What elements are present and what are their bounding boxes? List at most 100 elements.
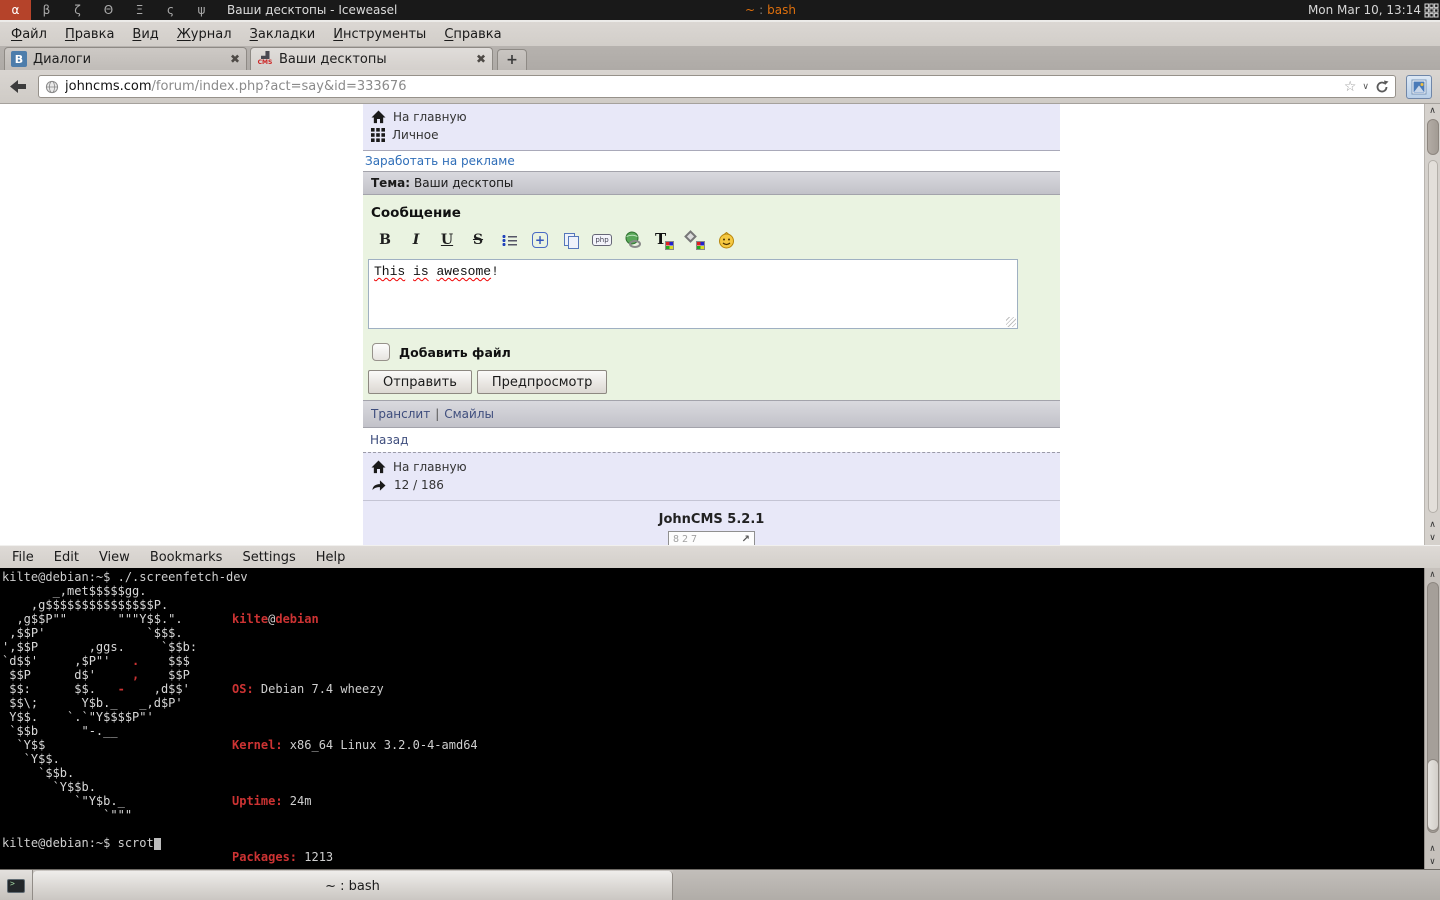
- new-tab-button[interactable]: +: [497, 49, 527, 70]
- browser-menu-item[interactable]: Журнал: [168, 25, 241, 44]
- info-line: OS: Debian 7.4 wheezy: [232, 682, 572, 696]
- workspace-tag[interactable]: ψ: [186, 0, 217, 20]
- workspace-tag[interactable]: β: [31, 0, 62, 20]
- reload-icon[interactable]: [1375, 80, 1389, 94]
- konsole-menu-item[interactable]: Settings: [232, 549, 305, 566]
- earn-on-ads-link[interactable]: Заработать на рекламе: [365, 154, 515, 168]
- scroll-bottom-arrows[interactable]: ∧∨: [1425, 843, 1440, 869]
- info-label: OS:: [232, 682, 254, 696]
- browser-scrollbar-trough[interactable]: [1428, 160, 1438, 513]
- home-link-label: На главную: [393, 110, 467, 124]
- taskbar-entry-bash[interactable]: ~ : bash: [745, 0, 796, 20]
- info-value: x86_64 Linux 3.2.0-4-amd64: [283, 738, 478, 752]
- workspace-tag[interactable]: ς: [155, 0, 186, 20]
- picture-icon: [1411, 79, 1427, 95]
- url-bar[interactable]: johncms.com/forum/index.php?act=say&id=3…: [38, 75, 1396, 98]
- php-glyph: php: [592, 234, 611, 246]
- tab-label: Ваши десктопы: [279, 52, 470, 67]
- underline-icon[interactable]: U: [437, 230, 457, 250]
- browser-menu-item[interactable]: Справка: [435, 25, 510, 44]
- workspace-tag[interactable]: Θ: [93, 0, 124, 20]
- smiles-link[interactable]: Смайлы: [444, 407, 494, 421]
- plus-glyph: +: [532, 232, 548, 248]
- konsole-menu-item[interactable]: Edit: [44, 549, 89, 566]
- bold-icon[interactable]: B: [375, 230, 395, 250]
- browser-menu-item[interactable]: Файл: [2, 25, 56, 44]
- tab-dialogs[interactable]: В Диалоги ✖: [4, 47, 247, 70]
- konsole-new-tab-button[interactable]: [0, 870, 33, 900]
- info-value: 1213: [297, 850, 333, 864]
- info-value: 24m: [283, 794, 312, 808]
- konsole-menu-item[interactable]: Help: [306, 549, 356, 566]
- quote-icon[interactable]: [561, 230, 581, 250]
- links-separator: |: [435, 407, 439, 421]
- visit-counter-badge[interactable]: 827 ↗: [668, 531, 755, 545]
- layout-grid-icon[interactable]: [1424, 3, 1439, 18]
- info-label: Uptime:: [232, 794, 283, 808]
- konsole-menu-item[interactable]: View: [89, 549, 140, 566]
- browser-menu-item[interactable]: Закладки: [241, 25, 325, 44]
- konsole-menu-item[interactable]: Bookmarks: [140, 549, 233, 566]
- terminal-screen[interactable]: kilte@debian:~$ ./.screenfetch-dev _,met…: [0, 568, 1440, 869]
- browser-scrollbar-thumb[interactable]: [1427, 119, 1439, 155]
- workspace-tag[interactable]: α: [0, 0, 31, 20]
- scrot-command: scrot: [118, 836, 154, 850]
- konsole-menu-item[interactable]: File: [2, 549, 44, 566]
- image-extension-button[interactable]: [1406, 75, 1432, 99]
- terminal-scrollbar[interactable]: ∧ ∧∨: [1424, 568, 1440, 869]
- workspace-tag[interactable]: ζ: [62, 0, 93, 20]
- terminal-cursor: [154, 838, 161, 850]
- tab-close-icon[interactable]: ✖: [230, 52, 240, 66]
- browser-navbar: johncms.com/forum/index.php?act=say&id=3…: [0, 70, 1440, 104]
- spoiler-icon[interactable]: +: [530, 230, 550, 250]
- attach-file-checkbox[interactable]: [372, 343, 390, 361]
- browser-menu-item[interactable]: Инструменты: [324, 25, 435, 44]
- workspace-tag[interactable]: Ξ: [124, 0, 155, 20]
- php-code-icon[interactable]: php: [592, 230, 612, 250]
- shell-prompt: kilte@debian:~$: [2, 836, 118, 850]
- home-link-label: На главную: [393, 460, 467, 474]
- home-link[interactable]: На главную: [363, 108, 1060, 126]
- message-heading: Сообщение: [368, 195, 1060, 221]
- home-link-bottom[interactable]: На главную: [363, 458, 1060, 476]
- scroll-bottom-arrows[interactable]: ∧∨: [1425, 519, 1440, 545]
- pager-link[interactable]: 12 / 186: [363, 476, 1060, 494]
- italic-icon[interactable]: I: [406, 230, 426, 250]
- back-arrow-icon: [10, 79, 27, 94]
- browser-menu-item[interactable]: Вид: [123, 25, 167, 44]
- bookmark-star-icon[interactable]: ☆: [1344, 79, 1357, 95]
- list-icon[interactable]: [499, 230, 519, 250]
- smiley-glyph: [718, 232, 735, 249]
- scroll-up-icon[interactable]: ∧: [1425, 104, 1440, 117]
- globe-link-glyph: [624, 231, 642, 249]
- back-link[interactable]: Назад: [370, 433, 408, 447]
- smiley-icon[interactable]: [716, 230, 736, 250]
- fill-color-icon[interactable]: [685, 230, 705, 250]
- attach-row: Добавить файл: [372, 343, 1060, 361]
- translit-link[interactable]: Транслит: [371, 407, 430, 421]
- user-host-line: kilte@debian: [232, 612, 572, 626]
- terminal-scrollbar-thumb[interactable]: [1427, 759, 1439, 831]
- url-text[interactable]: johncms.com/forum/index.php?act=say&id=3…: [65, 79, 1338, 94]
- font-color-icon[interactable]: T: [654, 230, 674, 250]
- strike-icon[interactable]: S: [468, 230, 488, 250]
- resize-grip[interactable]: [1006, 317, 1016, 327]
- link-icon[interactable]: [623, 230, 643, 250]
- browser-scrollbar[interactable]: ∧ ∧∨: [1424, 104, 1440, 545]
- message-textarea[interactable]: This is awesome!: [368, 259, 1018, 329]
- preview-button[interactable]: Предпросмотр: [477, 370, 607, 394]
- url-domain: johncms.com: [65, 79, 152, 94]
- message-form-section: Сообщение B I U S + php: [363, 195, 1060, 400]
- tab-close-icon[interactable]: ✖: [476, 52, 486, 66]
- info-line: Packages: 1213: [232, 850, 572, 864]
- color-grid: [696, 241, 705, 250]
- personal-link[interactable]: Личное: [363, 126, 1060, 144]
- browser-menu-item[interactable]: Правка: [56, 25, 123, 44]
- back-button[interactable]: [8, 77, 28, 97]
- scroll-up-icon[interactable]: ∧: [1425, 568, 1440, 581]
- submit-button[interactable]: Отправить: [368, 370, 472, 394]
- tab-your-desktops[interactable]: CMS Ваши десктопы ✖: [250, 47, 493, 70]
- browser-viewport: На главную Личное Заработать на рекламе: [0, 104, 1440, 545]
- url-dropdown-icon[interactable]: ∨: [1362, 82, 1369, 92]
- browser-menubar: Файл Правка Вид Журнал Закладки Инструме…: [0, 22, 1440, 46]
